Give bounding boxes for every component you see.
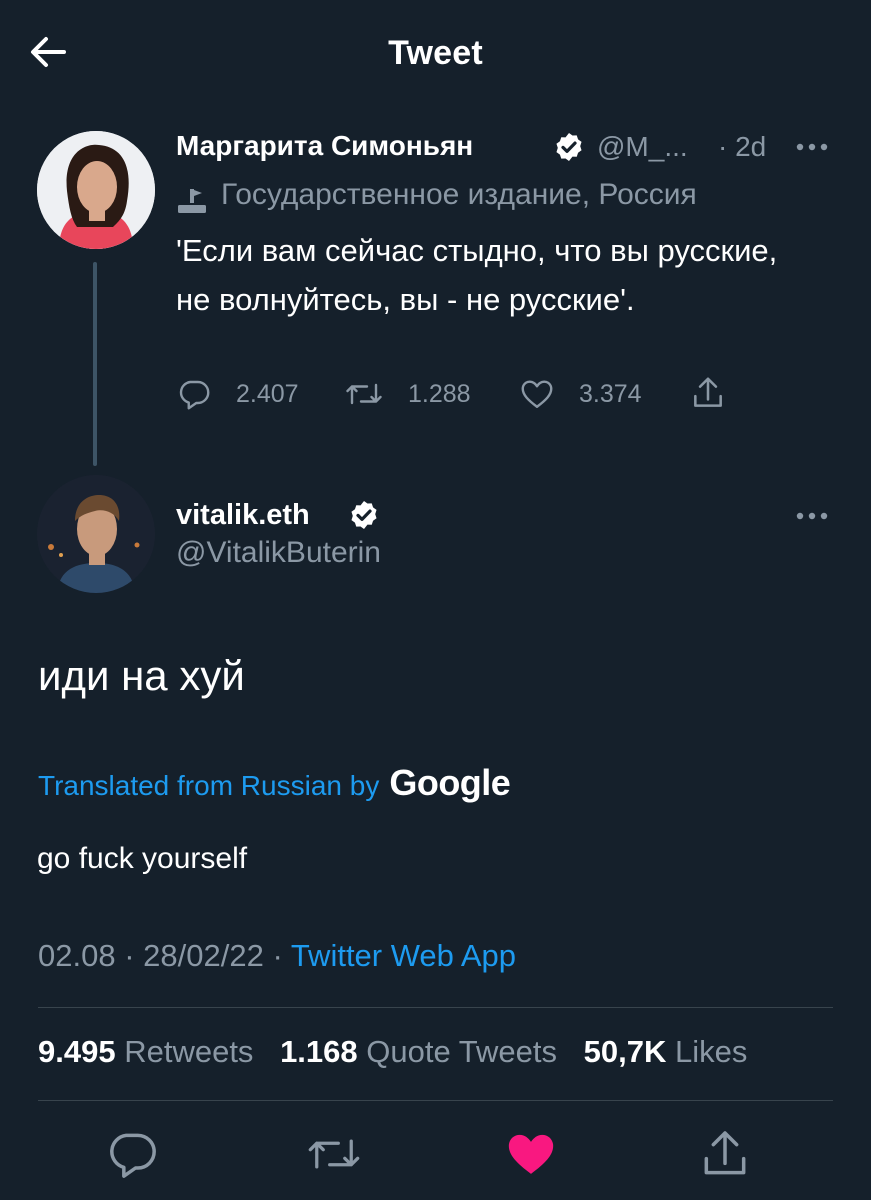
- retweet-icon: [346, 383, 382, 405]
- like-button[interactable]: 3.374: [519, 376, 642, 412]
- like-icon: [521, 380, 553, 408]
- state-media-label: Государственное издание, Россия: [221, 178, 697, 211]
- likes-label: Likes: [674, 1034, 748, 1069]
- reply-count: 2.407: [236, 379, 299, 408]
- translated-from-link[interactable]: Translated from Russian by: [38, 770, 379, 802]
- retweets-count: 9.495: [38, 1034, 116, 1069]
- share-icon[interactable]: [697, 1126, 753, 1182]
- reply-button[interactable]: 2.407: [176, 376, 299, 412]
- translated-text: go fuck yourself: [37, 842, 248, 875]
- author-handle[interactable]: @VitalikButerin: [176, 536, 381, 570]
- translation-attribution: Translated from Russian by Google: [38, 762, 511, 804]
- retweets-stat[interactable]: 9.495 Retweets: [38, 1034, 253, 1069]
- retweet-count: 1.288: [408, 379, 471, 408]
- tweet-metadata: 02.08 · 28/02/22 · Twitter Web App: [38, 938, 516, 974]
- verified-badge-icon: [556, 133, 582, 161]
- reply-icon: [179, 380, 210, 410]
- separator-dot: ·: [272, 938, 291, 973]
- avatar[interactable]: [37, 475, 155, 593]
- tweet-text: 'Если вам сейчас стыдно, что вы русские,…: [176, 233, 778, 317]
- author-name[interactable]: vitalik.eth: [176, 499, 310, 532]
- avatar[interactable]: [37, 131, 155, 249]
- state-media-icon: [178, 189, 206, 213]
- page-title: Tweet: [388, 34, 483, 72]
- more-icon[interactable]: [795, 142, 829, 152]
- google-logo: Google: [389, 762, 511, 803]
- separator-dot: ·: [124, 938, 144, 973]
- retweet-icon[interactable]: [306, 1126, 362, 1182]
- like-icon[interactable]: [503, 1126, 559, 1182]
- divider: [38, 1100, 833, 1101]
- quote-tweets-count: 1.168: [280, 1034, 358, 1069]
- quote-tweets-label: Quote Tweets: [366, 1034, 557, 1069]
- quote-tweets-stat[interactable]: 1.168 Quote Tweets: [280, 1034, 557, 1069]
- reply-icon[interactable]: [104, 1126, 160, 1182]
- share-icon[interactable]: [689, 374, 727, 412]
- verified-badge-icon: [351, 501, 377, 529]
- thread-line: [93, 262, 97, 466]
- more-icon[interactable]: [795, 511, 829, 521]
- author-handle[interactable]: @M_...: [597, 131, 688, 163]
- tweet-text: иди на хуй: [38, 652, 245, 699]
- divider: [38, 1007, 833, 1008]
- tweet-date: 28/02/22: [143, 938, 264, 973]
- likes-count: 50,7K: [583, 1034, 667, 1069]
- like-count: 3.374: [579, 379, 642, 408]
- retweet-button[interactable]: 1.288: [344, 376, 471, 412]
- author-name[interactable]: Маргарита Симоньян: [176, 130, 473, 162]
- tweet-time: 02.08: [38, 938, 116, 973]
- tweet-stats: 9.495 Retweets 1.168 Quote Tweets 50,7K …: [38, 1034, 765, 1070]
- retweets-label: Retweets: [124, 1034, 254, 1069]
- tweet-source-link[interactable]: Twitter Web App: [291, 938, 516, 973]
- likes-stat[interactable]: 50,7K Likes: [584, 1034, 748, 1069]
- tweet-timestamp[interactable]: · 2d: [718, 131, 766, 163]
